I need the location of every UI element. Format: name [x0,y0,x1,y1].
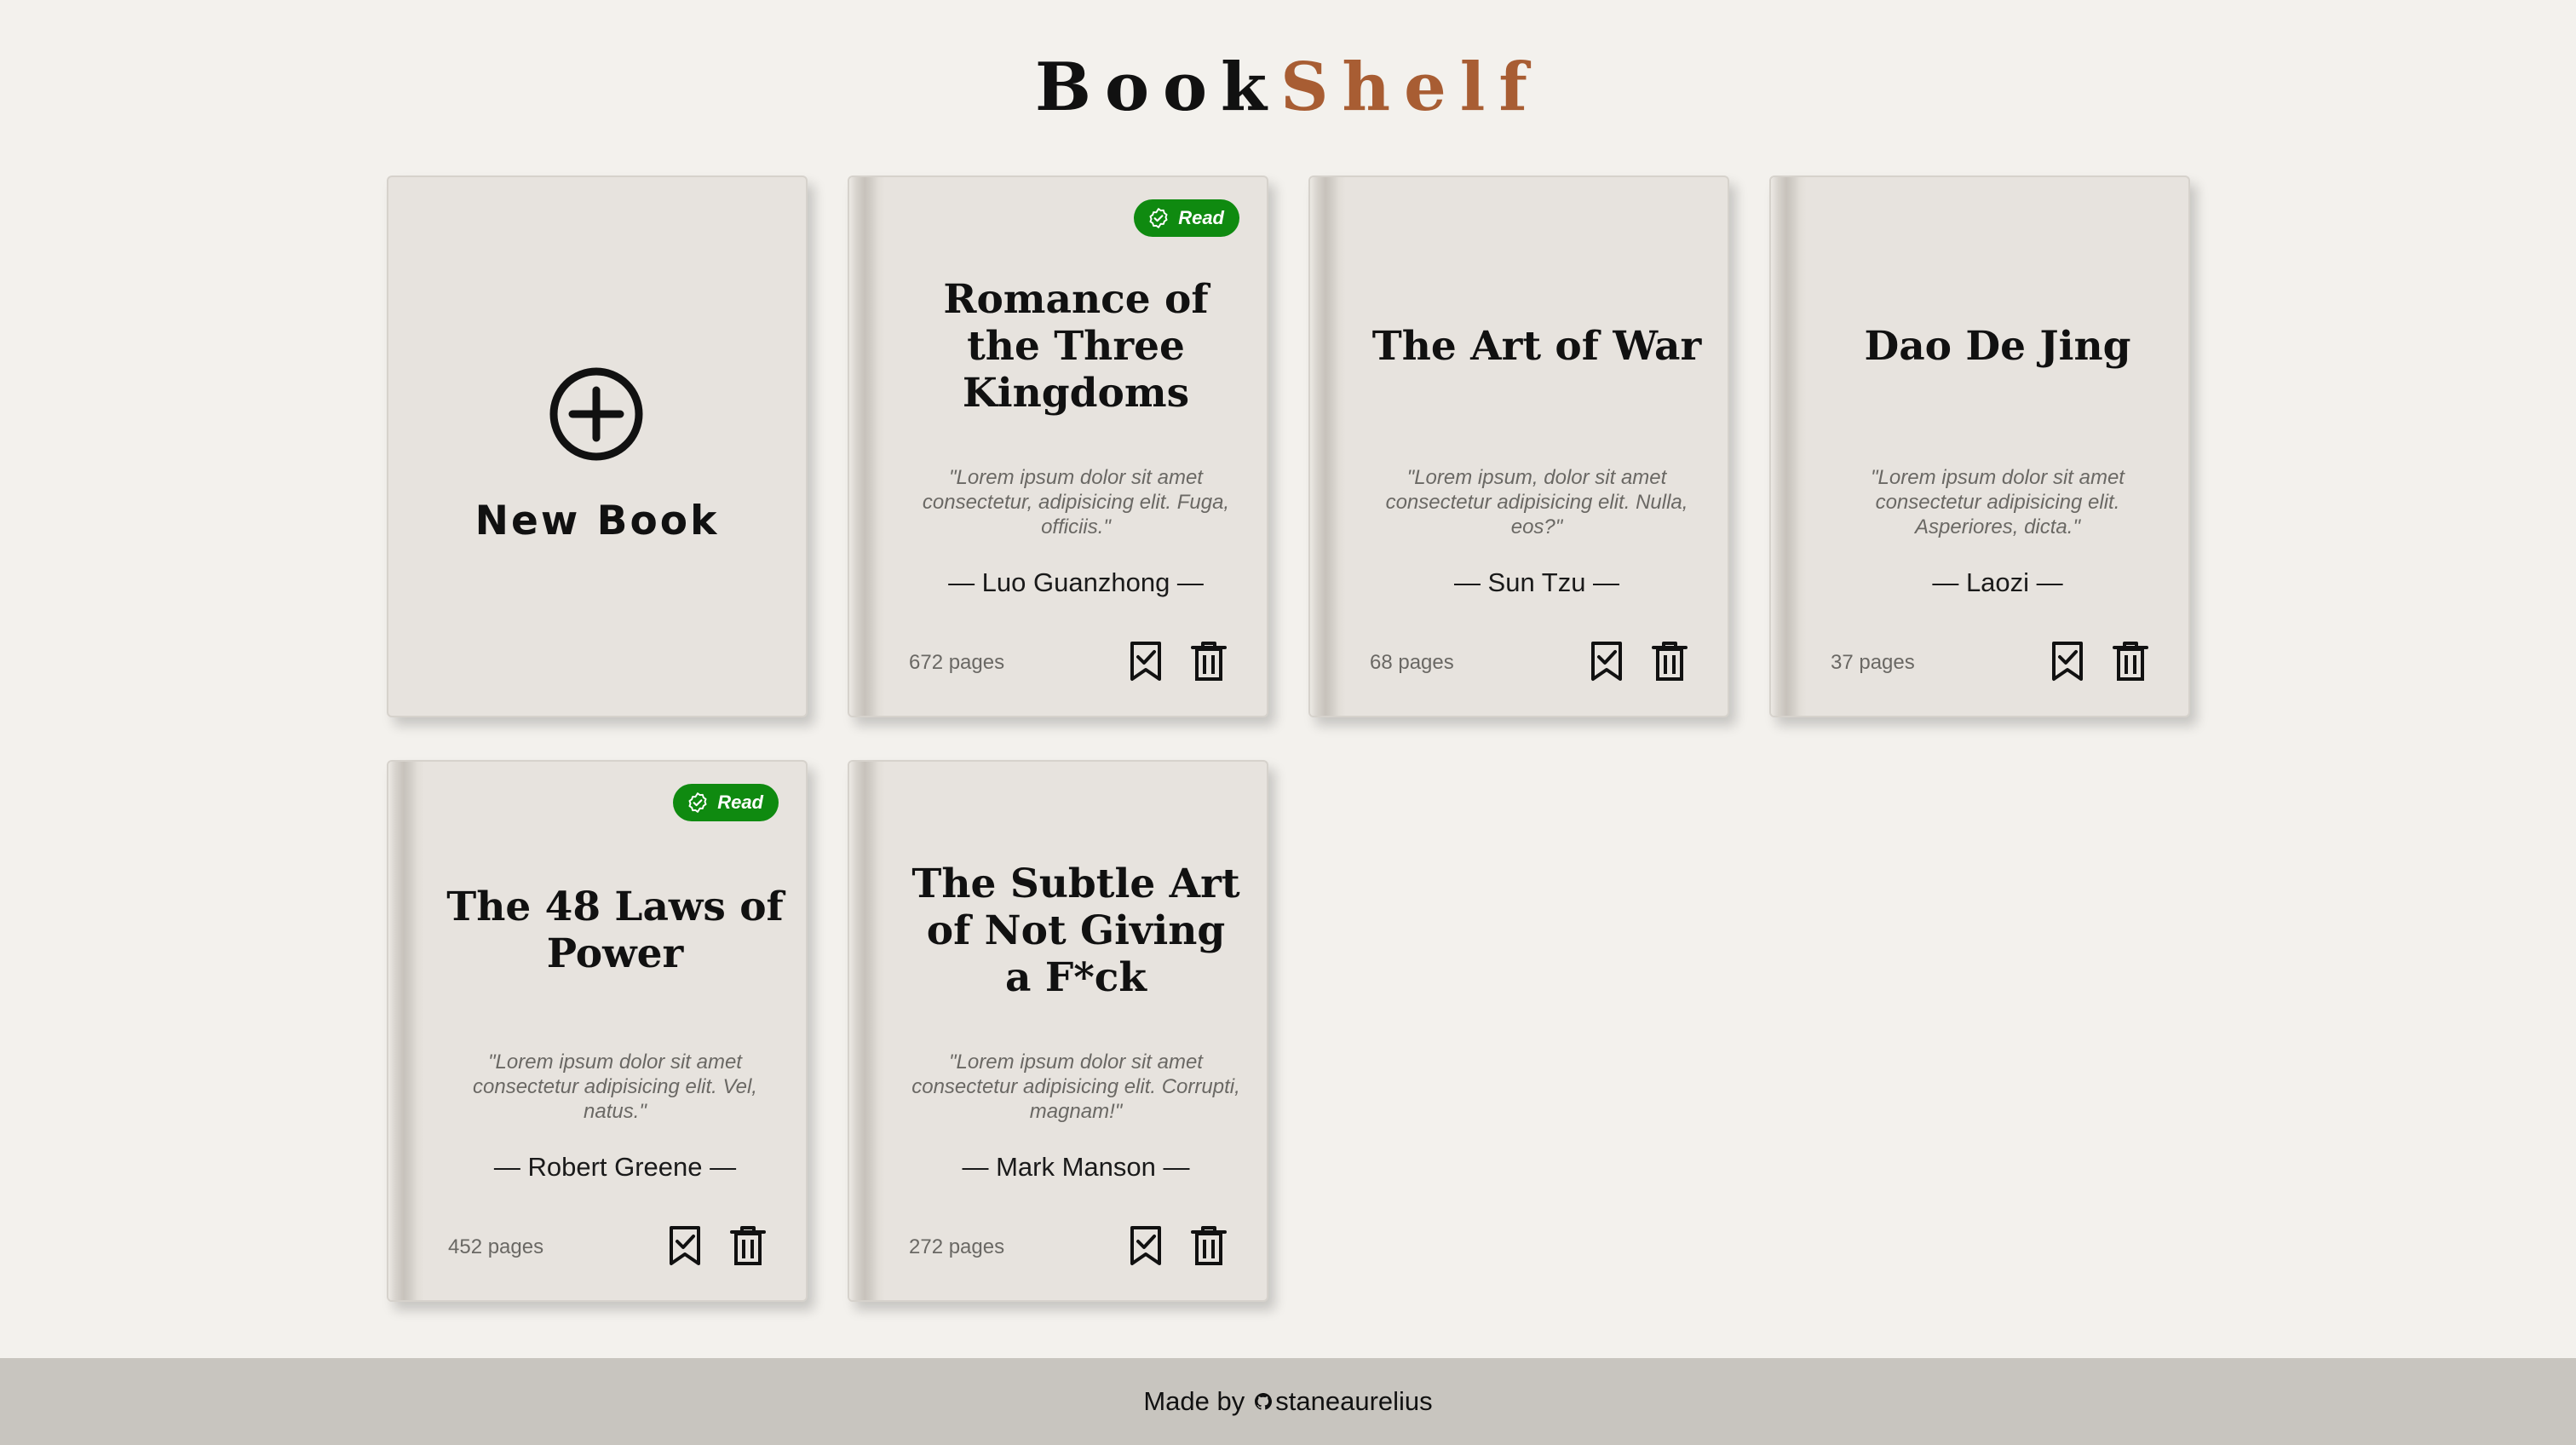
book-spine [849,177,885,716]
delete-button[interactable] [1185,1222,1233,1269]
book-quote: "Lorem ipsum dolor sit amet consectetur,… [922,466,1230,538]
app-title-book: Book [1035,49,1281,126]
mark-read-button[interactable] [1583,637,1630,685]
bookmark-check-icon [2052,642,2083,681]
book-card: Read Romance of the Three Kingdoms "Lore… [848,176,1268,717]
book-author: — Sun Tzu — [1453,567,1620,597]
footer-prefix: Made by [1143,1386,1245,1416]
book-spine [1771,177,1807,716]
app-title-shelf: Shelf [1280,49,1541,126]
new-book-label: New Book [474,498,720,544]
verified-check-icon [688,792,707,813]
book-author: — Luo Guanzhong — [948,567,1204,597]
read-badge-label: Read [717,792,763,813]
book-spine [849,762,885,1300]
delete-button[interactable] [1646,637,1693,685]
footer: Made by staneaurelius [0,1358,2576,1445]
book-title: The Subtle Art of Not Giving a F*ck [911,860,1240,1001]
book-card: The Art of War "Lorem ipsum, dolor sit a… [1308,176,1729,717]
bookmark-check-icon [1130,642,1161,681]
book-title: Dao De Jing [1864,322,2131,370]
author-link[interactable]: staneaurelius [1275,1386,1432,1417]
book-card: The Subtle Art of Not Giving a F*ck "Lor… [848,760,1268,1302]
mark-read-button[interactable] [661,1222,709,1269]
book-spine [1310,177,1346,716]
book-pages: 452 pages [448,1235,544,1258]
book-author: — Laozi — [1932,567,2063,597]
mark-read-button[interactable] [2044,637,2091,685]
read-badge: Read [1134,199,1239,237]
book-quote: "Lorem ipsum dolor sit amet consectetur … [473,1051,757,1123]
read-badge-label: Read [1178,207,1224,228]
mark-read-button[interactable] [1122,637,1170,685]
app-title: BookShelf [0,49,2576,126]
book-card: Read The 48 Laws of Power "Lorem ipsum d… [387,760,808,1302]
book-pages: 37 pages [1831,651,1915,674]
github-icon [1255,1393,1273,1410]
book-quote: "Lorem ipsum, dolor sit amet consectetur… [1385,466,1688,538]
book-spine [388,762,424,1300]
verified-check-icon [1149,208,1168,228]
delete-button[interactable] [1185,637,1233,685]
book-pages: 272 pages [909,1235,1005,1258]
book-quote: "Lorem ipsum dolor sit amet consectetur … [911,1051,1240,1123]
read-badge: Read [673,784,779,821]
book-title: The Art of War [1371,322,1702,370]
trash-icon [1191,1226,1227,1265]
delete-button[interactable] [2107,637,2154,685]
book-card: Dao De Jing "Lorem ipsum dolor sit amet … [1769,176,2190,717]
book-author: — Mark Manson — [962,1152,1190,1182]
bookmark-check-icon [1130,1226,1161,1265]
book-title: The 48 Laws of Power [446,884,784,977]
book-author: — Robert Greene — [493,1152,737,1182]
bookshelf-page: BookShelf New Book Read Romance of the T… [0,0,2576,1445]
book-pages: 68 pages [1370,651,1454,674]
trash-icon [2113,642,2148,681]
new-book-card[interactable]: New Book [387,176,808,717]
book-pages: 672 pages [909,651,1005,674]
plus-circle-icon [549,367,643,461]
book-quote: "Lorem ipsum dolor sit amet consectetur … [1871,466,2125,538]
trash-icon [1191,642,1227,681]
mark-read-button[interactable] [1122,1222,1170,1269]
bookmark-check-icon [1591,642,1622,681]
trash-icon [1652,642,1688,681]
delete-button[interactable] [724,1222,772,1269]
book-title: Romance of the Three Kingdoms [943,275,1209,417]
trash-icon [730,1226,766,1265]
bookmark-check-icon [670,1226,700,1265]
